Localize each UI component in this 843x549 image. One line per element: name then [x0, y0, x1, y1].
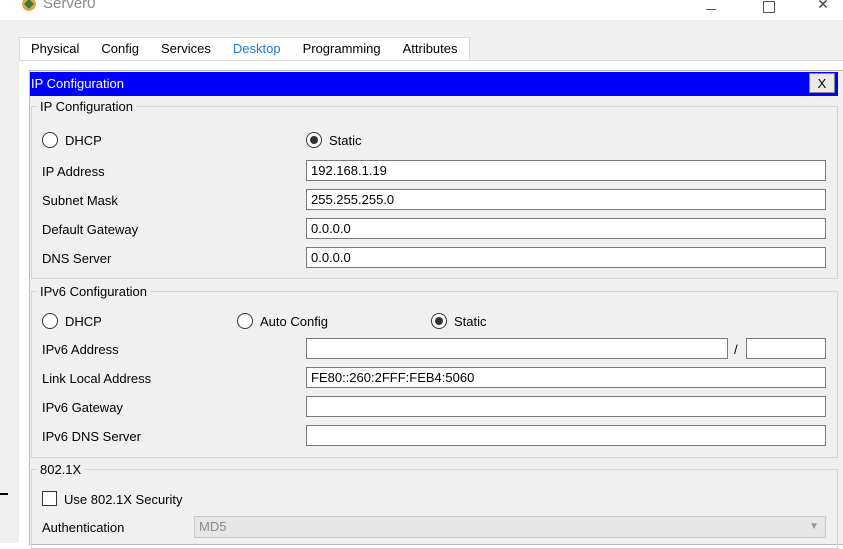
ipv6-auto-config-label: Auto Config [260, 314, 328, 329]
minimize-icon [706, 8, 716, 10]
ipv6-dns-label: IPv6 DNS Server [42, 429, 141, 444]
ipv6-gateway-label: IPv6 Gateway [42, 400, 123, 415]
tab-physical[interactable]: Physical [20, 38, 90, 61]
ipv6-gateway-field[interactable] [306, 396, 826, 417]
ipv4-static-radio[interactable] [306, 132, 322, 148]
ipv6-prefix-field[interactable] [746, 338, 826, 359]
default-gateway-field[interactable]: 0.0.0.0 [306, 218, 826, 239]
ip-config-header [30, 72, 838, 96]
maximize-icon [763, 1, 775, 14]
ipv6-address-label: IPv6 Address [42, 342, 119, 357]
tab-attributes[interactable]: Attributes [392, 38, 469, 61]
close-icon: ✕ [817, 0, 829, 12]
link-local-label: Link Local Address [42, 371, 152, 386]
dns-server-field[interactable]: 0.0.0.0 [306, 247, 826, 268]
window-title: Server0 [43, 0, 96, 12]
chevron-down-icon: ▼ [809, 521, 819, 532]
dot1x-legend: 802.1X [37, 462, 85, 477]
ipv4-dhcp-radio[interactable] [42, 132, 58, 148]
ip-address-label: IP Address [42, 164, 105, 179]
ipv6-static-radio[interactable] [431, 313, 447, 329]
prefix-separator: / [734, 342, 738, 357]
subnet-mask-field[interactable]: 255.255.255.0 [306, 189, 826, 210]
window-titlebar: Server0 ✕ [0, 0, 843, 20]
ipv6-dhcp-radio[interactable] [42, 313, 58, 329]
tab-config[interactable]: Config [90, 38, 150, 61]
dns-server-label: DNS Server [42, 251, 112, 266]
ipv6-legend: IPv6 Configuration [37, 284, 150, 299]
ipv6-static-label: Static [454, 314, 487, 329]
ipv6-dns-field[interactable] [306, 425, 826, 446]
default-gateway-label: Default Gateway [42, 222, 139, 237]
ipv6-auto-config-radio[interactable] [237, 313, 253, 329]
use-8021x-checkbox[interactable] [42, 491, 57, 506]
tab-programming[interactable]: Programming [292, 38, 392, 61]
ip-config-close-button[interactable]: X [809, 73, 835, 93]
ip-config-title: IP Configuration [31, 76, 124, 91]
link-local-field[interactable]: FE80::260:2FFF:FEB4:5060 [306, 367, 826, 388]
authentication-label: Authentication [42, 520, 125, 535]
minimize-button[interactable] [688, 0, 734, 16]
ipv6-dhcp-label: DHCP [65, 314, 102, 329]
use-8021x-label: Use 802.1X Security [64, 492, 183, 507]
ipv4-legend: IP Configuration [37, 99, 136, 114]
app-icon [22, 0, 36, 11]
ipv6-address-field[interactable] [306, 338, 728, 359]
ip-address-field[interactable]: 192.168.1.19 [306, 160, 826, 181]
maximize-button[interactable] [746, 0, 792, 16]
subnet-mask-label: Subnet Mask [42, 193, 118, 208]
authentication-select[interactable]: MD5 ▼ [194, 516, 826, 538]
tab-desktop[interactable]: Desktop [221, 38, 292, 63]
ipv4-dhcp-label: DHCP [65, 133, 102, 148]
tab-bar: Physical Config Services Desktop Program… [19, 37, 470, 63]
authentication-value: MD5 [199, 519, 227, 534]
window-close-button[interactable]: ✕ [800, 0, 843, 16]
edge-divider [0, 493, 8, 495]
ipv4-static-label: Static [329, 133, 362, 148]
tab-services[interactable]: Services [150, 38, 222, 61]
